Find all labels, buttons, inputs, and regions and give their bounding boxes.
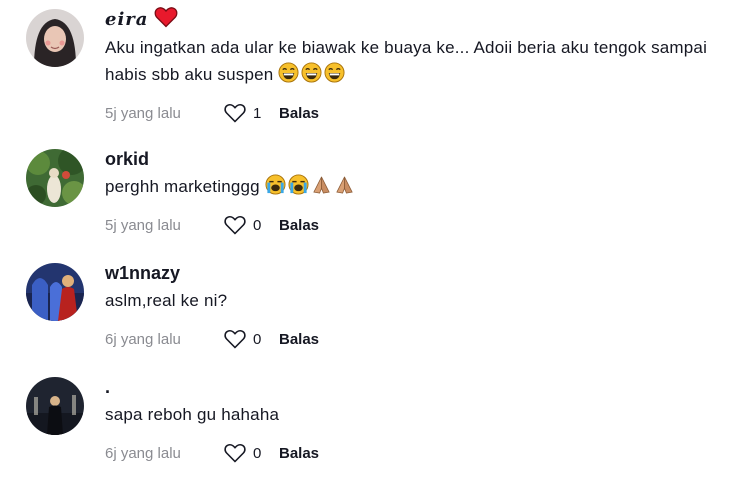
heart-outline-icon[interactable] <box>223 214 247 236</box>
comment-username[interactable]: eira <box>105 6 722 34</box>
like-button[interactable]: 0 <box>223 442 279 464</box>
comment-list: eira Aku ingatkan ada ular ke biawak ke … <box>0 0 732 483</box>
loudly-crying-emoji <box>265 174 286 195</box>
heart-outline-icon[interactable] <box>223 102 247 124</box>
heart-outline-icon[interactable] <box>223 442 247 464</box>
avatar[interactable] <box>26 377 84 435</box>
folded-hands-emoji <box>311 174 332 195</box>
comment-text: perghh marketinggg <box>105 173 722 200</box>
heart-icon <box>154 6 178 34</box>
reply-button[interactable]: Balas <box>279 331 319 348</box>
like-count: 0 <box>253 444 262 462</box>
comment-text-content: aslm,real ke ni? <box>105 291 228 310</box>
avatar[interactable] <box>26 263 84 321</box>
comment-timestamp: 6j yang lalu <box>105 444 181 462</box>
grin-sweat-emoji <box>301 62 322 83</box>
reply-button[interactable]: Balas <box>279 217 319 234</box>
grin-sweat-emoji <box>278 62 299 83</box>
avatar[interactable] <box>26 149 84 207</box>
comment-meta: 5j yang lalu 1 Balas <box>105 102 722 124</box>
avatar[interactable] <box>26 9 84 67</box>
reply-button[interactable]: Balas <box>279 105 319 122</box>
comment-meta: 6j yang lalu 0 Balas <box>105 442 722 464</box>
loudly-crying-emoji <box>288 174 309 195</box>
heart-outline-icon[interactable] <box>223 328 247 350</box>
like-button[interactable]: 0 <box>223 214 279 236</box>
comment-text: aslm,real ke ni? <box>105 287 722 314</box>
like-button[interactable]: 0 <box>223 328 279 350</box>
grin-sweat-emoji <box>324 62 345 83</box>
comment-text-content: Aku ingatkan ada ular ke biawak ke buaya… <box>105 38 708 84</box>
reply-button[interactable]: Balas <box>279 445 319 462</box>
like-button[interactable]: 1 <box>223 102 279 124</box>
username-text[interactable]: orkid <box>105 148 149 170</box>
comment-text-content: perghh marketinggg <box>105 177 260 196</box>
comment-username[interactable]: orkid <box>105 148 722 170</box>
like-count: 1 <box>253 104 262 122</box>
comment-username[interactable]: . <box>105 376 722 398</box>
comment-meta: 5j yang lalu 0 Balas <box>105 214 722 236</box>
folded-hands-emoji <box>334 174 355 195</box>
comment-timestamp: 5j yang lalu <box>105 216 181 234</box>
like-count: 0 <box>253 216 262 234</box>
username-text[interactable]: eira <box>105 9 148 31</box>
comment-text: Aku ingatkan ada ular ke biawak ke buaya… <box>105 34 722 88</box>
username-text[interactable]: . <box>105 376 110 398</box>
comment-timestamp: 6j yang lalu <box>105 330 181 348</box>
comment-text: sapa reboh gu hahaha <box>105 401 722 428</box>
comment-username[interactable]: w1nnazy <box>105 262 722 284</box>
comment-text-content: sapa reboh gu hahaha <box>105 405 280 424</box>
comment-meta: 6j yang lalu 0 Balas <box>105 328 722 350</box>
username-text[interactable]: w1nnazy <box>105 262 180 284</box>
comment-timestamp: 5j yang lalu <box>105 104 181 122</box>
like-count: 0 <box>253 330 262 348</box>
